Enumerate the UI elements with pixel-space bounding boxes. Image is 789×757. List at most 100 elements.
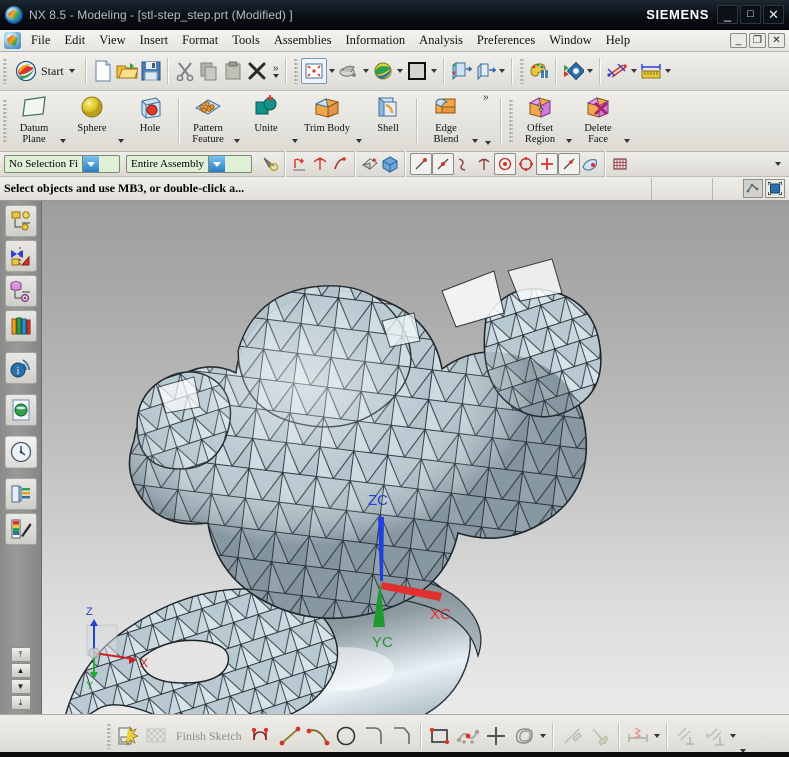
menu-item-file[interactable]: File bbox=[24, 31, 57, 50]
zoom-icon[interactable] bbox=[337, 59, 361, 83]
menu-item-information[interactable]: Information bbox=[338, 31, 412, 50]
snap-point-center-icon[interactable] bbox=[310, 154, 330, 174]
menu-item-window[interactable]: Window bbox=[542, 31, 599, 50]
selection-filter-dropdown-icon[interactable] bbox=[82, 156, 99, 172]
measure-distance-icon[interactable] bbox=[639, 59, 663, 83]
dimension-dropdown-caret[interactable] bbox=[654, 734, 660, 738]
point-on-face-snap-icon[interactable] bbox=[580, 154, 600, 174]
reuse-library-icon[interactable] bbox=[5, 310, 37, 342]
sketch-curve-dropdown-caret[interactable] bbox=[540, 734, 546, 738]
open-file-icon[interactable] bbox=[115, 59, 139, 83]
datum-plane-dropdown-caret[interactable] bbox=[60, 139, 66, 143]
point-icon[interactable] bbox=[482, 722, 510, 750]
visualization-dropdown-caret[interactable] bbox=[587, 69, 593, 73]
menu-item-tools[interactable]: Tools bbox=[225, 31, 267, 50]
selection-filter-combo[interactable]: No Selection Fi bbox=[4, 155, 120, 173]
menu-item-analysis[interactable]: Analysis bbox=[412, 31, 470, 50]
scroll-up-button[interactable]: ▲ bbox=[11, 663, 31, 678]
start-menu-button[interactable]: Start bbox=[10, 59, 81, 83]
graphics-viewport[interactable]: ZC XC YC Z X Y bbox=[42, 201, 789, 714]
fit-view-icon[interactable] bbox=[301, 58, 327, 84]
standard-toolbar-overflow[interactable]: » bbox=[271, 64, 281, 78]
scroll-bottom-button[interactable]: ⤓ bbox=[11, 695, 31, 710]
move-object-icon[interactable] bbox=[605, 59, 629, 83]
snap-point-tangent-icon[interactable] bbox=[330, 154, 350, 174]
snap-point-end-icon[interactable] bbox=[290, 154, 310, 174]
point-on-curve-snap-icon[interactable] bbox=[558, 153, 580, 175]
view-dropdown-caret[interactable] bbox=[499, 69, 505, 73]
offset-curve-icon[interactable] bbox=[510, 722, 538, 750]
feature-toolbar-grip[interactable] bbox=[3, 99, 7, 143]
studio-spline-icon[interactable] bbox=[454, 722, 482, 750]
rotate-dropdown-caret[interactable] bbox=[397, 69, 403, 73]
solid-body-icon[interactable] bbox=[380, 154, 400, 174]
start-dropdown-caret[interactable] bbox=[69, 69, 75, 73]
select-general-icon[interactable] bbox=[260, 154, 280, 174]
constraint-navigator-icon[interactable] bbox=[5, 240, 37, 272]
paste-icon[interactable] bbox=[221, 59, 245, 83]
menu-item-preferences[interactable]: Preferences bbox=[470, 31, 542, 50]
roles-icon[interactable] bbox=[5, 513, 37, 545]
mdi-minimize-button[interactable]: _ bbox=[730, 33, 747, 48]
sphere-button[interactable]: Sphere bbox=[68, 91, 116, 151]
line-icon[interactable] bbox=[276, 722, 304, 750]
copy-icon[interactable] bbox=[197, 59, 221, 83]
quadrant-snap-icon[interactable] bbox=[516, 154, 536, 174]
offset-region-dropdown-caret[interactable] bbox=[566, 139, 572, 143]
delete-icon[interactable] bbox=[245, 59, 269, 83]
menu-item-view[interactable]: View bbox=[92, 31, 132, 50]
process-studio-icon[interactable] bbox=[5, 478, 37, 510]
control-point-snap-icon[interactable] bbox=[454, 154, 474, 174]
right-view-icon[interactable] bbox=[473, 59, 497, 83]
constraint-dropdown-caret[interactable] bbox=[730, 734, 736, 738]
delete-face-dropdown-caret[interactable] bbox=[624, 139, 630, 143]
face-analysis-icon[interactable] bbox=[360, 154, 380, 174]
menu-item-edit[interactable]: Edit bbox=[57, 31, 92, 50]
selection-bar-overflow[interactable] bbox=[773, 162, 789, 166]
datum-plane-button[interactable]: Datum Plane bbox=[10, 91, 58, 151]
unite-dropdown-caret[interactable] bbox=[292, 139, 298, 143]
view-toolbar-grip[interactable] bbox=[294, 58, 298, 84]
render-toolbar-grip[interactable] bbox=[520, 58, 524, 84]
grid-snap-icon[interactable] bbox=[610, 154, 630, 174]
mdi-restore-button[interactable]: ❐ bbox=[749, 33, 766, 48]
feature-toolbar-overflow[interactable]: » bbox=[480, 91, 496, 151]
arc-center-snap-icon[interactable] bbox=[494, 153, 516, 175]
midpoint-snap-icon[interactable] bbox=[432, 153, 454, 175]
assembly-navigator-icon[interactable] bbox=[5, 205, 37, 237]
selection-scope-dropdown-icon[interactable] bbox=[208, 156, 225, 172]
circle-icon[interactable] bbox=[332, 722, 360, 750]
visualization-icon[interactable] bbox=[561, 59, 585, 83]
menu-item-assemblies[interactable]: Assemblies bbox=[267, 31, 339, 50]
pattern-feature-button[interactable]: Pattern Feature bbox=[184, 91, 232, 151]
delete-face-button[interactable]: Delete Face bbox=[574, 91, 622, 151]
rotate-icon[interactable] bbox=[371, 59, 395, 83]
window-maximize-button[interactable]: □ bbox=[740, 5, 761, 24]
scroll-down-button[interactable]: ▼ bbox=[11, 679, 31, 694]
create-sketch-icon[interactable] bbox=[114, 722, 142, 750]
window-minimize-button[interactable]: _ bbox=[717, 5, 738, 24]
arc-icon[interactable] bbox=[304, 722, 332, 750]
menu-item-format[interactable]: Format bbox=[175, 31, 225, 50]
mdi-close-button[interactable]: ✕ bbox=[768, 33, 785, 48]
new-file-icon[interactable] bbox=[91, 59, 115, 83]
existing-point-snap-icon[interactable] bbox=[536, 153, 558, 175]
render-style-icon[interactable] bbox=[527, 59, 551, 83]
selection-scope-combo[interactable]: Entire Assembly bbox=[126, 155, 252, 173]
menu-item-help[interactable]: Help bbox=[599, 31, 637, 50]
internet-explorer-icon[interactable] bbox=[5, 394, 37, 426]
rectangle-icon[interactable] bbox=[426, 722, 454, 750]
chamfer-icon[interactable] bbox=[388, 722, 416, 750]
scroll-top-button[interactable]: ⤒ bbox=[11, 647, 31, 662]
move-dropdown-caret[interactable] bbox=[631, 69, 637, 73]
part-navigator-icon[interactable] bbox=[5, 275, 37, 307]
nx-app-icon[interactable] bbox=[4, 32, 21, 49]
style-shaded-icon[interactable] bbox=[405, 59, 429, 83]
offset-region-button[interactable]: Offset Region bbox=[516, 91, 564, 151]
profile-icon[interactable] bbox=[248, 722, 276, 750]
edge-blend-dropdown-caret[interactable] bbox=[472, 139, 478, 143]
edge-blend-button[interactable]: Edge Blend bbox=[422, 91, 470, 151]
endpoint-snap-icon[interactable] bbox=[410, 153, 432, 175]
synchronous-toolbar-grip[interactable] bbox=[509, 99, 513, 143]
save-icon[interactable] bbox=[139, 59, 163, 83]
